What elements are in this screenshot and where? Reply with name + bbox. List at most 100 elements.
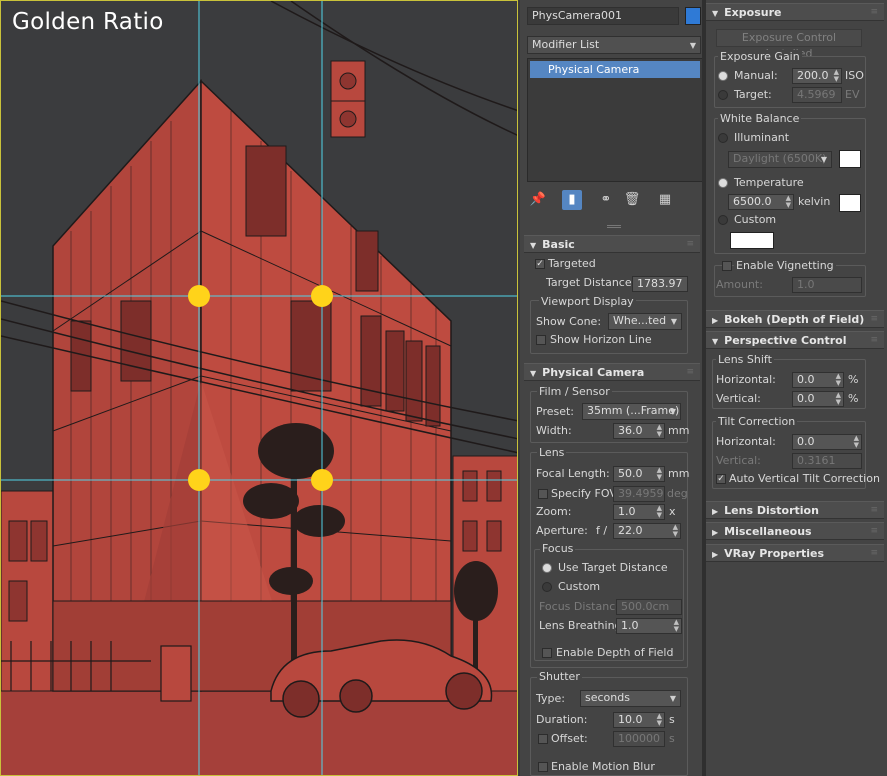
temperature-color-swatch[interactable] bbox=[839, 194, 861, 212]
preset-dropdown[interactable]: 35mm (...Frame) ▼ bbox=[582, 403, 681, 420]
show-end-result-icon[interactable]: ▮ bbox=[562, 190, 582, 210]
illuminant-radio[interactable] bbox=[718, 133, 728, 143]
custom-radio[interactable] bbox=[718, 215, 728, 225]
splitter-handle[interactable] bbox=[607, 225, 621, 228]
focus-distance-value: 500.0cm bbox=[621, 600, 670, 613]
temperature-unit: kelvin bbox=[798, 195, 831, 208]
exposure-control-installed-button[interactable]: Exposure Control Installed bbox=[716, 29, 862, 60]
use-target-distance-radio[interactable] bbox=[542, 563, 552, 573]
rollout-exposure[interactable]: ▼ Exposure ≡ bbox=[706, 3, 884, 21]
offset-field: 100000 bbox=[613, 731, 665, 747]
offset-checkbox[interactable] bbox=[538, 734, 548, 744]
rollout-perspective-control[interactable]: ▼ Perspective Control ≡ bbox=[706, 331, 884, 349]
rollout-vray-title: VRay Properties bbox=[724, 547, 825, 560]
grip-icon: ≡ bbox=[870, 526, 878, 536]
spinner-icon[interactable]: ▲ ▼ bbox=[673, 524, 678, 538]
auto-vertical-tilt-checkbox[interactable]: ✓ bbox=[716, 474, 726, 484]
modifier-list-label: Modifier List bbox=[532, 38, 600, 51]
make-unique-icon[interactable]: ⚭ bbox=[596, 190, 616, 210]
spinner-icon[interactable]: ▲ ▼ bbox=[786, 195, 791, 209]
specify-fov-checkbox[interactable] bbox=[538, 489, 548, 499]
spinner-icon[interactable]: ▲ ▼ bbox=[834, 69, 839, 83]
rollout-perspective-title: Perspective Control bbox=[724, 334, 847, 347]
spinner-icon[interactable]: ▲ ▼ bbox=[657, 713, 662, 727]
lens-breathing-label: Lens Breathing: bbox=[539, 619, 626, 632]
golden-point bbox=[188, 285, 210, 307]
lens-shift-vertical-field[interactable]: 0.0 ▲ ▼ bbox=[792, 391, 844, 407]
manual-radio[interactable] bbox=[718, 71, 728, 81]
show-cone-dropdown[interactable]: Whe...ted ▼ bbox=[608, 313, 682, 330]
spinner-icon[interactable]: ▲ ▼ bbox=[836, 373, 841, 387]
focal-length-label: Focal Length: bbox=[536, 467, 610, 480]
modifier-list-dropdown[interactable]: Modifier List ▼ bbox=[527, 36, 701, 54]
pin-icon[interactable]: 📌 bbox=[528, 190, 548, 210]
collapse-icon: ▼ bbox=[530, 369, 537, 378]
enable-dof-checkbox[interactable] bbox=[542, 648, 552, 658]
aperture-prefix: f / bbox=[596, 524, 608, 537]
show-horizon-label: Show Horizon Line bbox=[550, 333, 652, 346]
object-color-swatch[interactable] bbox=[685, 7, 701, 25]
grip-icon: ≡ bbox=[870, 314, 878, 324]
spinner-icon[interactable]: ▲ ▼ bbox=[657, 467, 662, 481]
manual-field[interactable]: 200.0 ▲ ▼ bbox=[792, 68, 842, 84]
zoom-value: 1.0 bbox=[618, 505, 636, 518]
lens-breathing-field[interactable]: 1.0 ▲ ▼ bbox=[616, 618, 682, 634]
target-distance-field[interactable]: 1783.97 bbox=[632, 276, 688, 292]
rollout-vray-properties[interactable]: ▶ VRay Properties ≡ bbox=[706, 544, 884, 562]
stack-item-physical-camera[interactable]: Physical Camera bbox=[530, 61, 700, 78]
white-balance-label: White Balance bbox=[718, 112, 802, 125]
rollout-physical-camera[interactable]: ▼ Physical Camera ≡ bbox=[524, 363, 700, 381]
enable-dof-label: Enable Depth of Field bbox=[556, 646, 674, 659]
collapse-icon: ▼ bbox=[530, 241, 537, 250]
spinner-icon[interactable]: ▲ ▼ bbox=[836, 392, 841, 406]
camera-viewport[interactable]: Golden Ratio bbox=[0, 0, 518, 776]
rollout-miscellaneous[interactable]: ▶ Miscellaneous ≡ bbox=[706, 522, 884, 540]
temperature-radio[interactable] bbox=[718, 178, 728, 188]
configure-sets-icon[interactable]: ▦ bbox=[655, 190, 675, 210]
traffic-light bbox=[330, 60, 366, 138]
shutter-type-dropdown[interactable]: seconds ▼ bbox=[580, 690, 681, 707]
zoom-label: Zoom: bbox=[536, 505, 572, 518]
rollout-bokeh[interactable]: ▶ Bokeh (Depth of Field) ≡ bbox=[706, 310, 884, 328]
duration-field[interactable]: 10.0 ▲ ▼ bbox=[613, 712, 665, 728]
expand-icon: ▶ bbox=[712, 507, 719, 516]
tilt-horizontal-field[interactable]: 0.0 ▲ ▼ bbox=[792, 434, 862, 450]
main-building bbox=[52, 79, 452, 692]
custom-color-swatch[interactable] bbox=[730, 232, 774, 249]
lens-shift-vertical-unit: % bbox=[848, 392, 859, 405]
spinner-icon[interactable]: ▲ ▼ bbox=[657, 424, 662, 438]
rollout-lens-distortion[interactable]: ▶ Lens Distortion ≡ bbox=[706, 501, 884, 519]
target-label: Target: bbox=[734, 88, 772, 101]
focus-custom-label: Custom bbox=[558, 580, 601, 593]
spinner-icon[interactable]: ▲ ▼ bbox=[657, 505, 662, 519]
rollout-basic-title: Basic bbox=[542, 238, 575, 251]
modifier-stack: Physical Camera bbox=[527, 58, 703, 182]
width-unit: mm bbox=[668, 424, 690, 437]
spinner-icon[interactable]: ▲ ▼ bbox=[674, 619, 679, 633]
collapse-icon: ▼ bbox=[712, 337, 719, 346]
enable-vignetting-label: Enable Vignetting bbox=[734, 259, 836, 272]
show-cone-label: Show Cone: bbox=[536, 315, 602, 328]
enable-vignetting-checkbox[interactable] bbox=[722, 261, 732, 271]
target-radio[interactable] bbox=[718, 90, 728, 100]
rollout-basic[interactable]: ▼ Basic ≡ bbox=[524, 235, 700, 253]
focus-custom-radio[interactable] bbox=[542, 582, 552, 592]
width-field[interactable]: 36.0 ▲ ▼ bbox=[613, 423, 665, 439]
rollout-exposure-title: Exposure bbox=[724, 6, 782, 19]
duration-value: 10.0 bbox=[618, 713, 643, 726]
show-horizon-checkbox[interactable] bbox=[536, 335, 546, 345]
spinner-icon[interactable]: ▲ ▼ bbox=[854, 435, 859, 449]
targeted-checkbox[interactable]: ✓ bbox=[535, 259, 545, 269]
remove-modifier-icon[interactable]: 🗑 bbox=[622, 190, 642, 210]
preset-label: Preset: bbox=[536, 405, 575, 418]
aperture-field[interactable]: 22.0 ▲ ▼ bbox=[613, 523, 681, 539]
enable-motion-blur-checkbox[interactable] bbox=[538, 762, 548, 772]
command-panel: PhysCamera001 Modifier List ▼ Physical C… bbox=[520, 0, 703, 776]
focal-length-field[interactable]: 50.0 ▲ ▼ bbox=[613, 466, 665, 482]
illuminant-color-swatch[interactable] bbox=[839, 150, 861, 168]
focal-length-unit: mm bbox=[668, 467, 690, 480]
lens-shift-horizontal-field[interactable]: 0.0 ▲ ▼ bbox=[792, 372, 844, 388]
temperature-field[interactable]: 6500.0 ▲ ▼ bbox=[728, 194, 794, 210]
object-name-field[interactable]: PhysCamera001 bbox=[527, 7, 679, 25]
zoom-field[interactable]: 1.0 ▲ ▼ bbox=[613, 504, 665, 520]
